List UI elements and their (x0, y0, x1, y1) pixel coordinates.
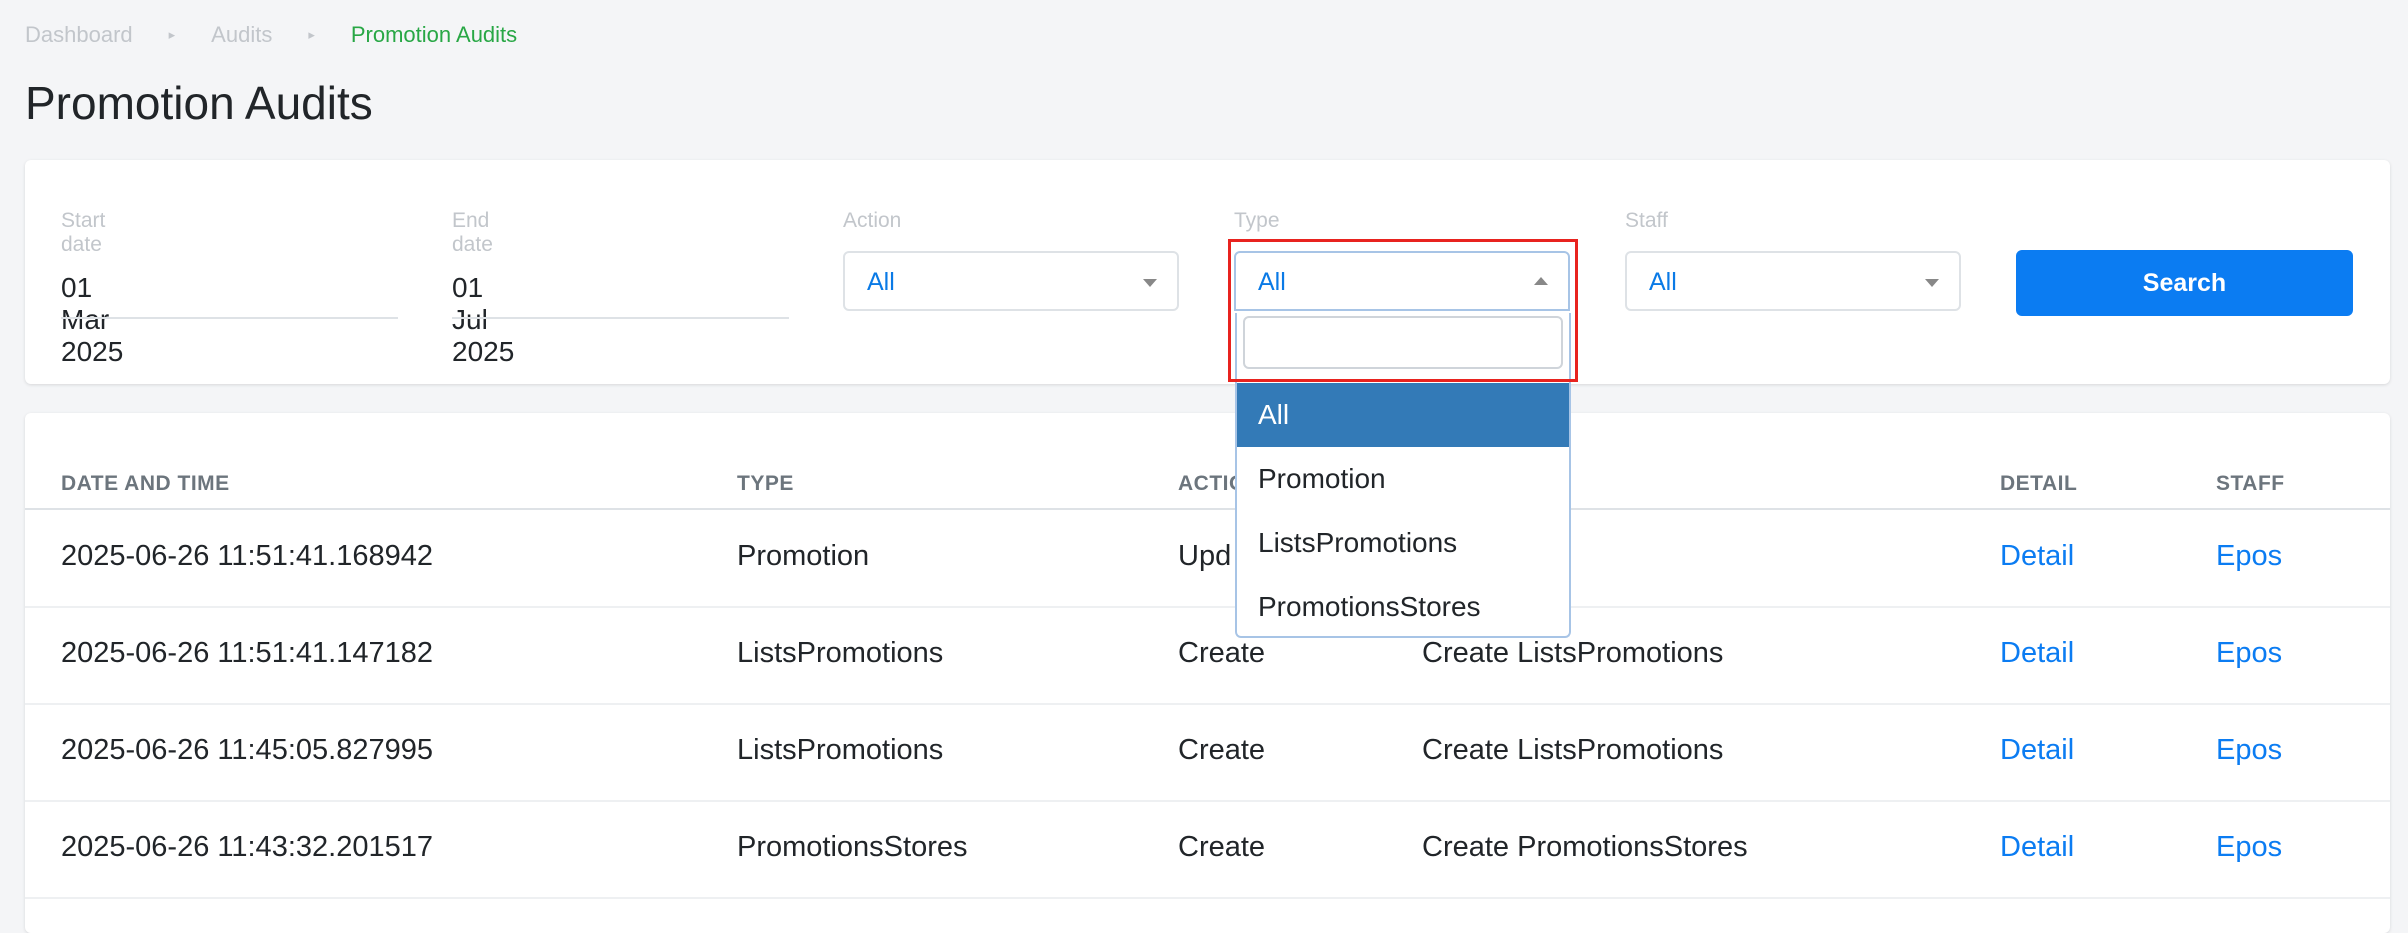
staff-link[interactable]: Epos (2216, 734, 2282, 767)
cell-type: ListsPromotions (737, 734, 944, 766)
detail-link[interactable]: Detail (2000, 540, 2074, 573)
type-option-all[interactable]: All (1237, 383, 1569, 447)
type-option-promotion[interactable]: Promotion (1237, 447, 1569, 511)
staff-link[interactable]: Epos (2216, 540, 2282, 573)
table-row: 2025-06-26 11:45:05.827995 ListsPromotio… (25, 704, 2390, 802)
start-date-label: Start date (61, 209, 106, 256)
cell-type: Promotion (737, 540, 870, 572)
cell-type: PromotionsStores (737, 831, 968, 863)
search-button[interactable]: Search (2016, 250, 2353, 316)
cell-description: Create ListsPromotions (1422, 637, 1724, 669)
chevron-up-icon (1534, 277, 1548, 285)
table-row: 2025-06-26 11:51:41.147182 ListsPromotio… (25, 607, 2390, 705)
cell-action: Upd (1178, 540, 1232, 572)
page-title: Promotion Audits (25, 77, 373, 129)
type-label: Type (1234, 209, 1280, 232)
staff-select-value: All (1649, 268, 1677, 296)
column-header-type[interactable]: TYPE (737, 472, 794, 496)
cell-description: Create ListsPromotions (1422, 734, 1724, 766)
detail-link[interactable]: Detail (2000, 734, 2074, 767)
type-select-value: All (1258, 268, 1286, 296)
type-option-lists-promotions[interactable]: ListsPromotions (1237, 511, 1569, 575)
table-row: 2025-06-26 11:43:32.201517 PromotionsSto… (25, 801, 2390, 899)
breadcrumb-separator-icon: ▸ (308, 27, 315, 42)
detail-link[interactable]: Detail (2000, 637, 2074, 670)
column-header-date-time[interactable]: DATE AND TIME (61, 472, 230, 496)
staff-link[interactable]: Epos (2216, 831, 2282, 864)
type-option-promotions-stores[interactable]: PromotionsStores (1237, 575, 1569, 639)
type-dropdown-search-input[interactable] (1243, 316, 1563, 369)
cell-action: Create (1178, 831, 1266, 863)
table-row: 2025-06-26 11:51:41.168942 Promotion Upd… (25, 510, 2390, 608)
breadcrumb-audits[interactable]: Audits (211, 22, 272, 48)
chevron-down-icon (1143, 279, 1157, 287)
cell-date-time: 2025-06-26 11:51:41.147182 (61, 637, 433, 669)
column-header-staff[interactable]: STAFF (2216, 472, 2285, 496)
column-header-detail: DETAIL (2000, 472, 2078, 495)
action-select-value: All (867, 268, 895, 296)
breadcrumb-dashboard[interactable]: Dashboard (25, 22, 133, 48)
end-date-label: End date (452, 209, 493, 256)
staff-link[interactable]: Epos (2216, 637, 2282, 670)
breadcrumb-separator-icon: ▸ (168, 27, 176, 42)
detail-link[interactable]: Detail (2000, 831, 2074, 864)
end-date-underline (452, 317, 789, 319)
type-dropdown-options: All Promotion ListsPromotions Promotions… (1237, 383, 1569, 639)
start-date-input[interactable]: 01 Mar 2025 (61, 272, 123, 368)
cell-action: Create (1178, 637, 1266, 669)
cell-description: Create PromotionsStores (1422, 831, 1748, 863)
cell-date-time: 2025-06-26 11:43:32.201517 (61, 831, 433, 863)
breadcrumb-current: Promotion Audits (350, 22, 518, 47)
cell-date-time: 2025-06-26 11:51:41.168942 (61, 540, 433, 572)
cell-date-time: 2025-06-26 11:45:05.827995 (61, 734, 433, 766)
start-date-underline (61, 317, 398, 319)
filter-panel: Start date 01 Mar 2025 End date 01 Jul 2… (25, 160, 2390, 384)
staff-select[interactable]: All (1625, 251, 1961, 311)
cell-type: ListsPromotions (737, 637, 944, 669)
chevron-down-icon (1925, 279, 1939, 287)
action-select[interactable]: All (843, 251, 1179, 311)
breadcrumb: Dashboard ▸ Audits ▸ Promotion Audits (25, 22, 517, 48)
staff-label: Staff (1625, 209, 1668, 232)
action-label: Action (843, 209, 902, 232)
cell-action: Create (1178, 734, 1266, 766)
end-date-input[interactable]: 01 Jul 2025 (452, 272, 514, 368)
type-dropdown-menu: All Promotion ListsPromotions Promotions… (1235, 313, 1571, 638)
type-select[interactable]: All (1234, 251, 1570, 311)
